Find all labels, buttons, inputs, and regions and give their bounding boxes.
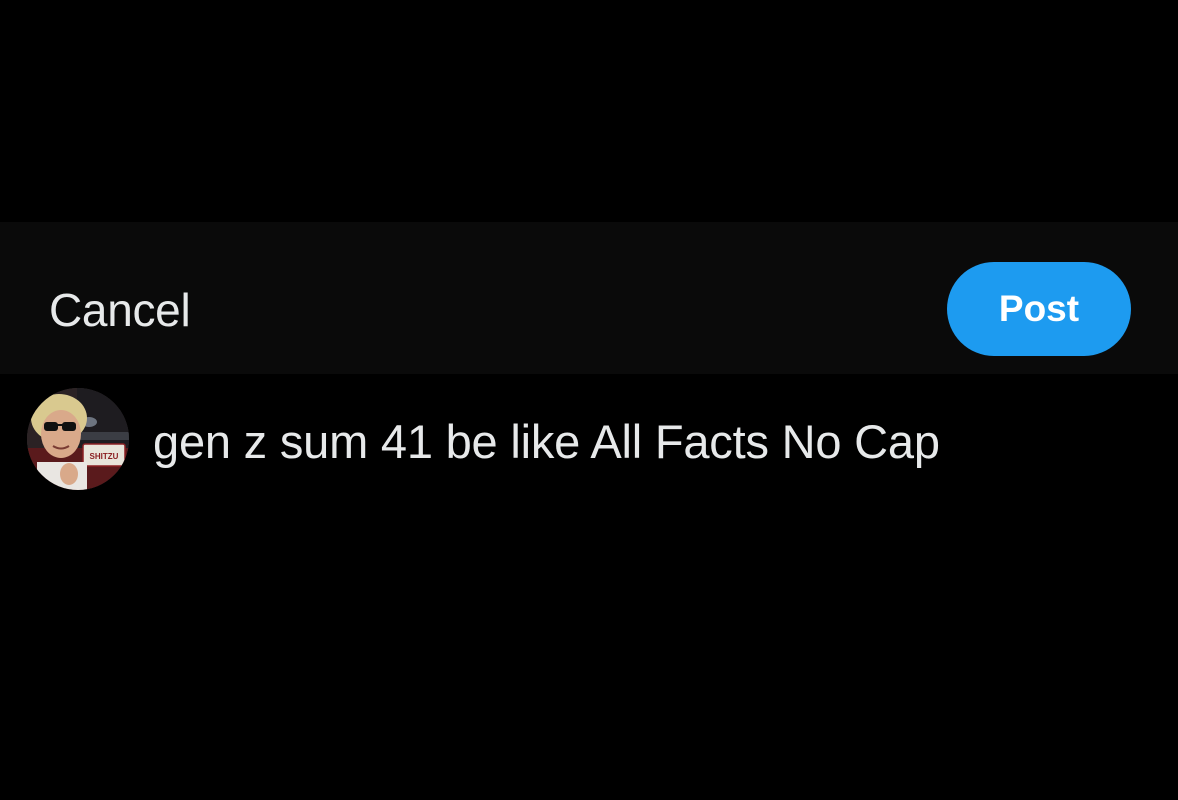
post-button[interactable]: Post	[947, 262, 1131, 356]
avatar[interactable]: SHITZU	[27, 388, 129, 490]
avatar-photo: SHITZU	[27, 388, 129, 490]
compose-text-input[interactable]: gen z sum 41 be like All Facts No Cap	[153, 412, 940, 472]
empty-top-area	[0, 0, 1178, 222]
cancel-button[interactable]: Cancel	[49, 280, 191, 340]
plate-text: SHITZU	[90, 452, 119, 461]
